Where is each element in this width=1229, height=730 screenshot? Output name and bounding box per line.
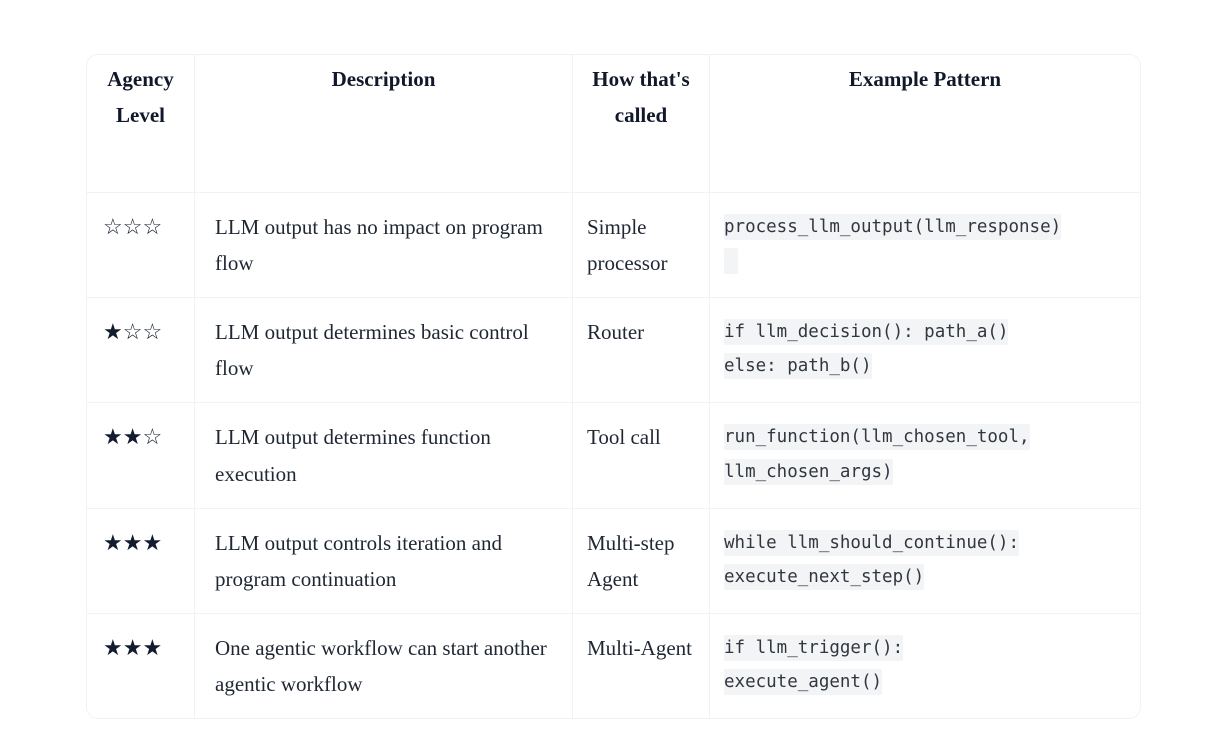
cell-agency-level: ☆☆☆ <box>87 193 195 299</box>
code-snippet-line <box>724 244 1126 278</box>
star-rating-icon: ★☆☆ <box>103 319 163 345</box>
table-header: Agency Level Description How that's call… <box>87 55 1140 193</box>
table-header-row: Agency Level Description How that's call… <box>87 55 1140 193</box>
table-body: ☆☆☆ LLM output has no impact on program … <box>87 193 1140 719</box>
table-row: ★★★ LLM output controls iteration and pr… <box>87 508 1140 614</box>
star-rating-icon: ☆☆☆ <box>103 214 163 239</box>
column-header-example-pattern: Example Pattern <box>710 55 1140 193</box>
cell-description: LLM output controls iteration and progra… <box>195 508 573 614</box>
page-root: Agency Level Description How that's call… <box>0 0 1229 730</box>
cell-how-called: Simple processor <box>573 193 710 299</box>
code-snippet-line: process_llm_output(llm_response) <box>724 210 1126 244</box>
table-row: ★☆☆ LLM output determines basic control … <box>87 298 1140 404</box>
table-row: ☆☆☆ LLM output has no impact on program … <box>87 193 1140 299</box>
cell-description: One agentic workflow can start another a… <box>195 613 573 719</box>
cell-how-called: Multi-Agent <box>573 613 710 719</box>
star-rating-icon: ★★☆ <box>103 424 163 450</box>
table-row: ★★★ One agentic workflow can start anoth… <box>87 613 1140 719</box>
table-row: ★★☆ LLM output determines function execu… <box>87 403 1140 509</box>
code-snippet-line: if llm_trigger(): <box>724 631 1126 665</box>
agency-level-table-container: Agency Level Description How that's call… <box>86 54 1141 720</box>
code-snippet-line: else: path_b() <box>724 349 1126 383</box>
star-rating-icon: ★★★ <box>103 634 163 660</box>
code-snippet-line: if llm_decision(): path_a() <box>724 315 1126 349</box>
code-snippet-line: run_function(llm_chosen_tool, <box>724 420 1126 454</box>
cell-agency-level: ★★☆ <box>87 403 195 509</box>
column-header-agency-level: Agency Level <box>87 55 195 193</box>
cell-how-called: Router <box>573 298 710 404</box>
cell-description: LLM output determines basic control flow <box>195 298 573 404</box>
cell-description: LLM output has no impact on program flow <box>195 193 573 299</box>
cell-agency-level: ★★★ <box>87 508 195 614</box>
cell-example-pattern: run_function(llm_chosen_tool, llm_chosen… <box>710 403 1140 509</box>
cell-example-pattern: process_llm_output(llm_response) <box>710 193 1140 299</box>
cell-how-called: Tool call <box>573 403 710 509</box>
cell-example-pattern: while llm_should_continue(): execute_nex… <box>710 508 1140 614</box>
column-header-description: Description <box>195 55 573 193</box>
agency-level-table: Agency Level Description How that's call… <box>86 54 1141 720</box>
code-snippet-line: execute_next_step() <box>724 560 1126 594</box>
cell-how-called: Multi-step Agent <box>573 508 710 614</box>
star-rating-icon: ★★★ <box>103 529 163 555</box>
cell-example-pattern: if llm_trigger(): execute_agent() <box>710 613 1140 719</box>
cell-description: LLM output determines function execution <box>195 403 573 509</box>
cell-example-pattern: if llm_decision(): path_a() else: path_b… <box>710 298 1140 404</box>
code-snippet-line: execute_agent() <box>724 665 1126 699</box>
column-header-how-called: How that's called <box>573 55 710 193</box>
cell-agency-level: ★★★ <box>87 613 195 719</box>
code-snippet-line: while llm_should_continue(): <box>724 526 1126 560</box>
code-snippet-line: llm_chosen_args) <box>724 455 1126 489</box>
cell-agency-level: ★☆☆ <box>87 298 195 404</box>
